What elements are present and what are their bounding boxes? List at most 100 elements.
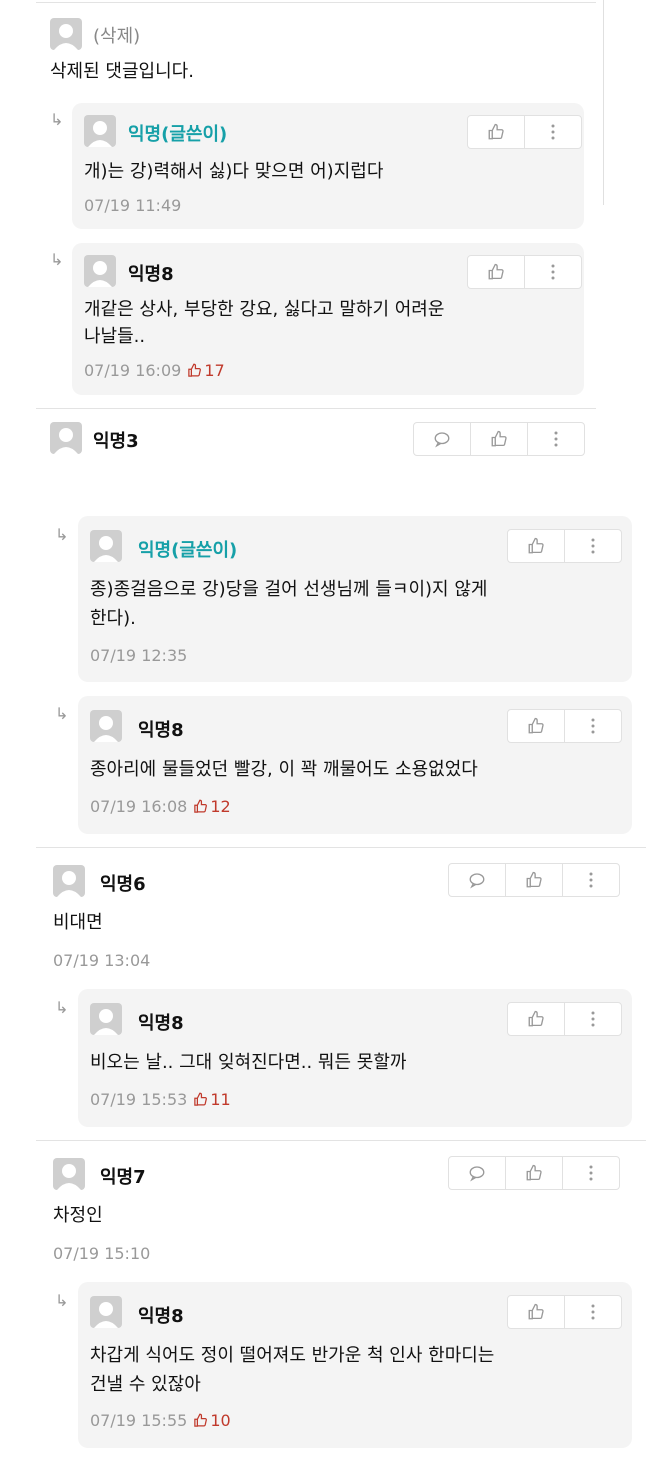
reply-item: 익명(글쓴이) 종)종걸음으로 강)당을 걸어 선생님께 들ㅋ이)지 않게 한다… [78,516,632,682]
comment-author-name: 익명3 [93,431,139,452]
reply-date: 07/19 15:53 [90,1090,188,1109]
comment-icon [469,1166,485,1182]
more-vertical-icon [551,124,555,140]
like-count-value: 10 [210,1411,231,1430]
more-button[interactable] [564,530,621,562]
more-vertical-icon [591,538,595,554]
comment-divider [36,408,596,409]
reply-date: 07/19 12:35 [90,646,188,665]
like-count: 10 [193,1411,231,1430]
thumbs-up-icon [194,1413,208,1427]
default-avatar-icon [50,18,82,50]
reply-date: 07/19 16:09 [84,361,182,380]
comment-icon [434,432,450,448]
reply-text-line: 종)종걸음으로 강)당을 걸어 선생님께 들ㅋ이)지 않게 [90,579,488,600]
reply-actions [507,1295,622,1329]
comment-author-name: (삭제) [93,26,141,47]
like-count: 11 [193,1090,231,1109]
thumbs-up-icon [528,1303,544,1320]
like-count-value: 11 [210,1090,231,1109]
comment-divider [36,1140,646,1141]
reply-item: 익명8 종아리에 물들었던 빨강, 이 꽉 깨물어도 소용없었다 07/19 1… [78,696,632,834]
reply-item: 익명(글쓴이) 개)는 강)력해서 싫)다 맞으면 어)지럽다 07/19 11… [72,103,584,229]
comment-actions [448,1156,620,1190]
more-button[interactable] [524,116,581,148]
default-avatar-icon [84,255,116,287]
comment-icon [469,873,485,889]
reply-meta: 07/19 15:55 10 [90,1411,231,1430]
more-vertical-icon [591,718,595,734]
reply-actions [467,255,582,289]
comment-author-name: 익명6 [100,874,146,895]
default-avatar-icon [90,710,122,742]
thumbs-up-icon [528,537,544,554]
reply-meta: 07/19 16:09 17 [84,361,225,380]
reply-text-line: 나날들.. [84,326,146,347]
scrollbar-track[interactable] [603,0,604,205]
thumbs-up-icon [488,263,504,280]
more-button[interactable] [527,423,584,455]
like-count-value: 17 [204,361,225,380]
comment-text: 차정인 [53,1205,103,1226]
more-button[interactable] [562,1157,619,1189]
reply-author-name: 익명(글쓴이) [138,540,238,561]
like-count: 12 [193,797,231,816]
more-button[interactable] [562,864,619,896]
reply-arrow-icon: ↳ [55,1291,69,1310]
more-vertical-icon [589,872,593,888]
reply-button[interactable] [449,864,505,896]
more-vertical-icon [554,431,558,447]
reply-item: 익명8 개같은 상사, 부당한 강요, 싫다고 말하기 어려운 나날들.. 07… [72,243,584,395]
more-vertical-icon [551,264,555,280]
like-button[interactable] [508,1003,564,1035]
reply-text-line: 건낼 수 있잖아 [90,1374,201,1395]
thumbs-up-icon [528,1010,544,1027]
comment-date: 07/19 13:04 [53,951,151,970]
reply-item: 익명8 비오는 날.. 그대 잊혀진다면.. 뭐든 못할까 07/19 15:5… [78,989,632,1127]
like-button[interactable] [505,864,562,896]
like-button[interactable] [468,256,524,288]
more-button[interactable] [564,1003,621,1035]
like-button[interactable] [508,1296,564,1328]
reply-author-name: 익명8 [138,720,184,741]
reply-text-line: 개같은 상사, 부당한 강요, 싫다고 말하기 어려운 [84,299,445,320]
thumbs-up-icon [491,430,507,447]
reply-actions [507,709,622,743]
comment-date: 07/19 15:10 [53,1244,151,1263]
like-button[interactable] [508,530,564,562]
reply-arrow-icon: ↳ [55,704,69,723]
reply-date: 07/19 16:08 [90,797,188,816]
reply-button[interactable] [449,1157,505,1189]
thumbs-up-icon [528,717,544,734]
more-button[interactable] [564,1296,621,1328]
reply-button[interactable] [414,423,470,455]
default-avatar-icon [84,115,116,147]
reply-author-name: 익명(글쓴이) [128,124,228,145]
more-vertical-icon [589,1165,593,1181]
reply-author-name: 익명8 [138,1306,184,1327]
thumbs-up-icon [188,363,202,377]
comment-author-name: 익명7 [100,1167,146,1188]
default-avatar-icon [90,1296,122,1328]
like-button[interactable] [505,1157,562,1189]
reply-text: 개)는 강)력해서 싫)다 맞으면 어)지럽다 [84,161,384,182]
reply-author-name: 익명8 [128,264,174,285]
comment-text: 비대면 [53,912,103,933]
reply-item: 익명8 차갑게 식어도 정이 떨어져도 반가운 척 인사 한마디는 건낼 수 있… [78,1282,632,1448]
reply-arrow-icon: ↳ [50,250,64,269]
thumbs-up-icon [526,871,542,888]
reply-actions [507,529,622,563]
reply-text-line: 한다). [90,608,136,629]
like-button[interactable] [468,116,524,148]
default-avatar-icon [90,530,122,562]
more-button[interactable] [564,710,621,742]
like-button[interactable] [508,710,564,742]
comment-actions [413,422,585,456]
more-button[interactable] [524,256,581,288]
reply-text: 종아리에 물들었던 빨강, 이 꽉 깨물어도 소용없었다 [90,759,478,780]
default-avatar-icon [53,1158,85,1190]
reply-arrow-icon: ↳ [55,998,69,1017]
reply-actions [507,1002,622,1036]
like-button[interactable] [470,423,527,455]
comment-text: 삭제된 댓글입니다. [50,61,194,82]
